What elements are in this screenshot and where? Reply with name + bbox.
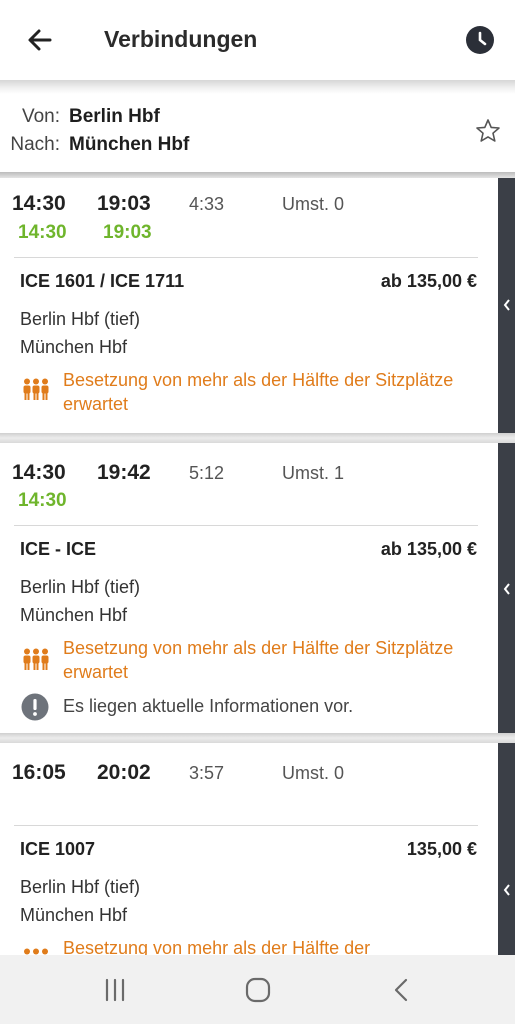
appbar-shadow [0,80,515,94]
departure-time: 16:05 [12,761,66,784]
train-name: ICE 1601 / ICE 1711 [20,271,185,291]
from-label: Von: [21,106,60,127]
connection-card[interactable]: 16:05 20:02 3:57 Umst. 0 ICE 1007 135,00… [0,743,515,955]
departure-realtime: 14:30 [18,490,67,511]
occupancy-icon [23,378,49,400]
changes: Umst. 0 [282,194,345,214]
card-separator [0,433,515,443]
price: ab 135,00 € [380,271,477,291]
occupancy-text: Besetzung von mehr als der Hälfte der [63,938,371,955]
arrival-realtime: 19:03 [103,222,152,243]
duration: 5:12 [189,463,225,483]
recent-apps-icon[interactable] [101,977,129,1003]
price: 135,00 € [406,839,477,859]
occupancy-text: Besetzung von mehr als der Hälfte der Si… [63,638,454,682]
from-station-detail: Berlin Hbf (tief) [20,309,141,329]
page-title: Verbindungen [104,26,258,52]
to-label: Nach: [10,134,60,155]
departure-realtime: 14:30 [18,222,67,243]
to-station-detail: München Hbf [20,905,128,925]
app-bar: Verbindungen [0,0,515,80]
chevron-left-icon [503,884,510,896]
occupancy-icon [23,648,49,670]
occupancy-icon [24,948,48,955]
departure-time: 14:30 [12,192,66,215]
changes: Umst. 0 [282,763,345,783]
info-exclamation-icon [21,693,49,721]
arrival-time: 19:42 [97,461,151,484]
card-separator [0,733,515,743]
chevron-left-icon [503,583,510,595]
train-name: ICE 1007 [20,839,96,859]
detail-rail[interactable] [498,743,515,955]
arrival-time: 20:02 [97,761,151,784]
card-divider [14,525,478,526]
arrival-time: 19:03 [97,192,151,215]
card-divider [14,257,478,258]
card-divider [14,825,478,826]
star-outline-icon[interactable] [475,118,501,144]
detail-rail[interactable] [498,443,515,733]
chevron-left-icon [503,299,510,311]
occupancy-text: Besetzung von mehr als der Hälfte der Si… [63,370,454,414]
route-summary[interactable]: Von: Berlin Hbf Nach: München Hbf [0,94,515,172]
info-text: Es liegen aktuelle Informationen vor. [63,696,354,716]
to-station: München Hbf [69,134,190,155]
departure-time: 14:30 [12,461,66,484]
from-station-detail: Berlin Hbf (tief) [20,577,141,597]
system-back-icon[interactable] [388,977,416,1003]
arrow-left-icon[interactable] [24,24,56,56]
to-station-detail: München Hbf [20,605,128,625]
price: ab 135,00 € [380,539,477,559]
connection-card[interactable]: 14:30 19:42 5:12 Umst. 1 14:30 ICE - ICE… [0,443,515,733]
to-station-detail: München Hbf [20,337,128,357]
clock-icon[interactable] [465,25,495,55]
duration: 4:33 [189,194,225,214]
connection-card[interactable]: 14:30 19:03 4:33 Umst. 0 14:30 19:03 ICE… [0,178,515,433]
changes: Umst. 1 [282,463,345,483]
home-icon[interactable] [244,977,272,1003]
from-station-detail: Berlin Hbf (tief) [20,877,141,897]
detail-rail[interactable] [498,178,515,433]
system-navigation-bar [0,955,515,1024]
train-name: ICE - ICE [20,539,97,559]
duration: 3:57 [189,763,225,783]
from-station: Berlin Hbf [69,106,160,127]
